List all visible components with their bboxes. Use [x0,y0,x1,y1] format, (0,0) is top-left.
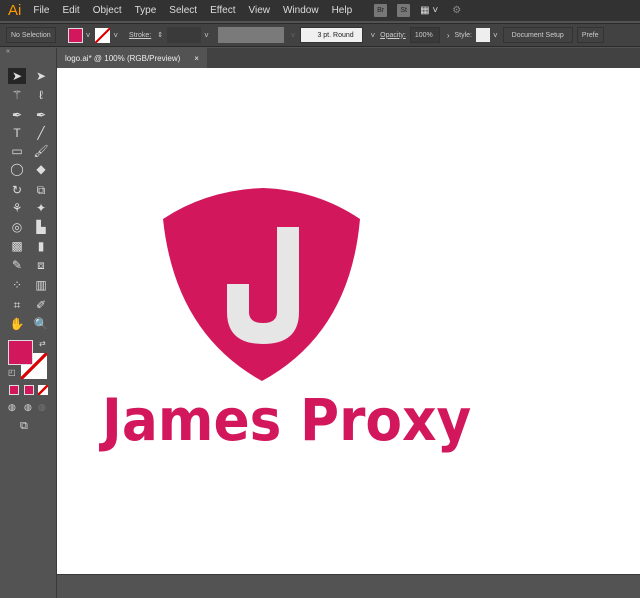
control-bar: No Selection ˅ ˅ Stroke: ⇕ ˅ ˅ 3 pt. Rou… [0,23,640,47]
pen-tool-icon[interactable]: ✒ [8,107,26,123]
magic-wand-icon[interactable]: ⚚ [8,87,26,103]
selection-status: No Selection [6,27,56,43]
document-tabs: logo.ai* @ 100% (RGB/Preview) × [57,48,640,68]
draw-normal-icon[interactable]: ◍ [8,402,16,413]
style-dropdown[interactable]: ˅ [493,31,498,40]
document-setup-button[interactable]: Document Setup [502,27,573,43]
menu-select[interactable]: Select [169,5,197,16]
artboard-tool-icon[interactable]: ⌗ [8,297,26,313]
menu-bar: Ai File Edit Object Type Select Effect V… [0,0,640,21]
variable-width-profile[interactable] [217,27,284,43]
fill-swatch[interactable] [67,27,83,43]
stock-button[interactable]: St [397,4,411,17]
menu-type[interactable]: Type [135,5,157,16]
workspace-layout-icon[interactable]: ▦ ˅ [420,5,438,16]
graph-tool-icon[interactable]: ▥ [32,277,50,293]
type-tool-icon[interactable]: T [8,125,26,141]
tab-logo-ai[interactable]: logo.ai* @ 100% (RGB/Preview) × [57,48,207,68]
shaper-tool-icon[interactable]: ◯ [8,161,26,177]
menu-file[interactable]: File [33,5,49,16]
style-label: Style: [454,31,472,39]
menu-view[interactable]: View [248,5,270,16]
brush-dropdown[interactable]: ˅ [370,31,375,40]
color-mode-button[interactable] [9,385,19,395]
swap-colors-icon[interactable]: ⇄ [39,339,46,348]
fill-dropdown[interactable]: ˅ [86,31,91,40]
line-tool-icon[interactable]: ╱ [32,125,50,141]
menu-object[interactable]: Object [93,5,122,16]
scale-tool-icon[interactable]: ⧉ [32,182,50,198]
opacity-arrow[interactable]: › [447,31,450,40]
shield-logo [163,188,360,381]
screen-mode-icon[interactable]: ⧉ [20,420,28,433]
fill-color-swatch[interactable] [8,340,33,365]
lasso-icon[interactable]: ℓ [32,87,50,103]
sync-icon[interactable]: ⚙ [452,5,461,16]
puppet-warp-icon[interactable]: ✦ [32,200,50,216]
draw-inside-icon[interactable]: ◍ [38,402,46,413]
symbol-sprayer-icon[interactable]: ⁘ [8,277,26,293]
bridge-button[interactable]: Br [374,4,388,17]
blend-tool-icon[interactable]: ⧈ [32,257,50,273]
profile-dropdown[interactable]: ˅ [291,31,296,40]
brush-label: 3 pt. Round [317,31,354,39]
stroke-stepper[interactable]: ⇕ [157,31,163,39]
menu-help[interactable]: Help [332,5,353,16]
default-colors-icon[interactable]: ◰ [8,368,16,377]
zoom-tool-icon[interactable]: 🔍 [32,316,50,332]
gradient-mode-button[interactable] [24,385,34,395]
logo-wordmark: James Proxy [102,386,472,454]
preferences-button[interactable]: Prefe [576,27,604,43]
rotate-tool-icon[interactable]: ↻ [8,182,26,198]
shape-builder-icon[interactable]: ◎ [8,219,26,235]
stroke-dropdown[interactable]: ˅ [113,31,118,40]
selection-tool-icon[interactable]: ➤ [8,68,26,84]
stroke-swatch[interactable] [95,27,111,43]
stroke-label: Stroke: [129,31,152,39]
rectangle-tool-icon[interactable]: ▭ [8,143,26,159]
mesh-tool-icon[interactable]: ▩ [8,238,26,254]
eyedropper-icon[interactable]: ✎ [8,257,26,273]
draw-behind-icon[interactable]: ◍ [24,402,32,413]
width-tool-icon[interactable]: ⚘ [8,200,26,216]
brush-definition[interactable]: 3 pt. Round [300,27,364,43]
perspective-grid-icon[interactable]: ▙ [32,219,50,235]
style-swatch[interactable] [476,28,490,42]
menu-edit[interactable]: Edit [62,5,79,16]
none-mode-button[interactable] [38,385,48,395]
close-tab-icon[interactable]: × [194,54,199,63]
curvature-tool-icon[interactable]: ✒ [32,107,50,123]
direct-selection-tool-icon[interactable]: ➤ [32,68,50,84]
shield-shape [163,188,360,381]
stroke-weight-dropdown[interactable]: ˅ [204,31,209,40]
collapse-panel-icon[interactable]: « [6,48,10,55]
status-bar [57,574,640,598]
opacity-label: Opacity: [380,31,406,39]
paintbrush-icon[interactable]: 🖌 [32,143,50,159]
tab-title: logo.ai* @ 100% (RGB/Preview) [65,53,181,63]
gradient-tool-icon[interactable]: ▮ [32,238,50,254]
stroke-weight-field[interactable] [167,27,202,43]
app-logo: Ai [8,2,22,19]
menu-window[interactable]: Window [283,5,319,16]
slice-tool-icon[interactable]: ✐ [32,297,50,313]
artboard[interactable]: James Proxy [57,68,640,574]
opacity-field[interactable]: 100% [409,27,440,43]
tools-panel: « ➤ ➤ ⚚ ℓ ✒ ✒ T ╱ ▭ 🖌 ◯ ◆ ↻ ⧉ ⚘ ✦ ◎ ▙ ▩ … [0,48,57,598]
menu-effect[interactable]: Effect [210,5,235,16]
hand-tool-icon[interactable]: ✋ [8,316,26,332]
eraser-icon[interactable]: ◆ [32,161,50,177]
